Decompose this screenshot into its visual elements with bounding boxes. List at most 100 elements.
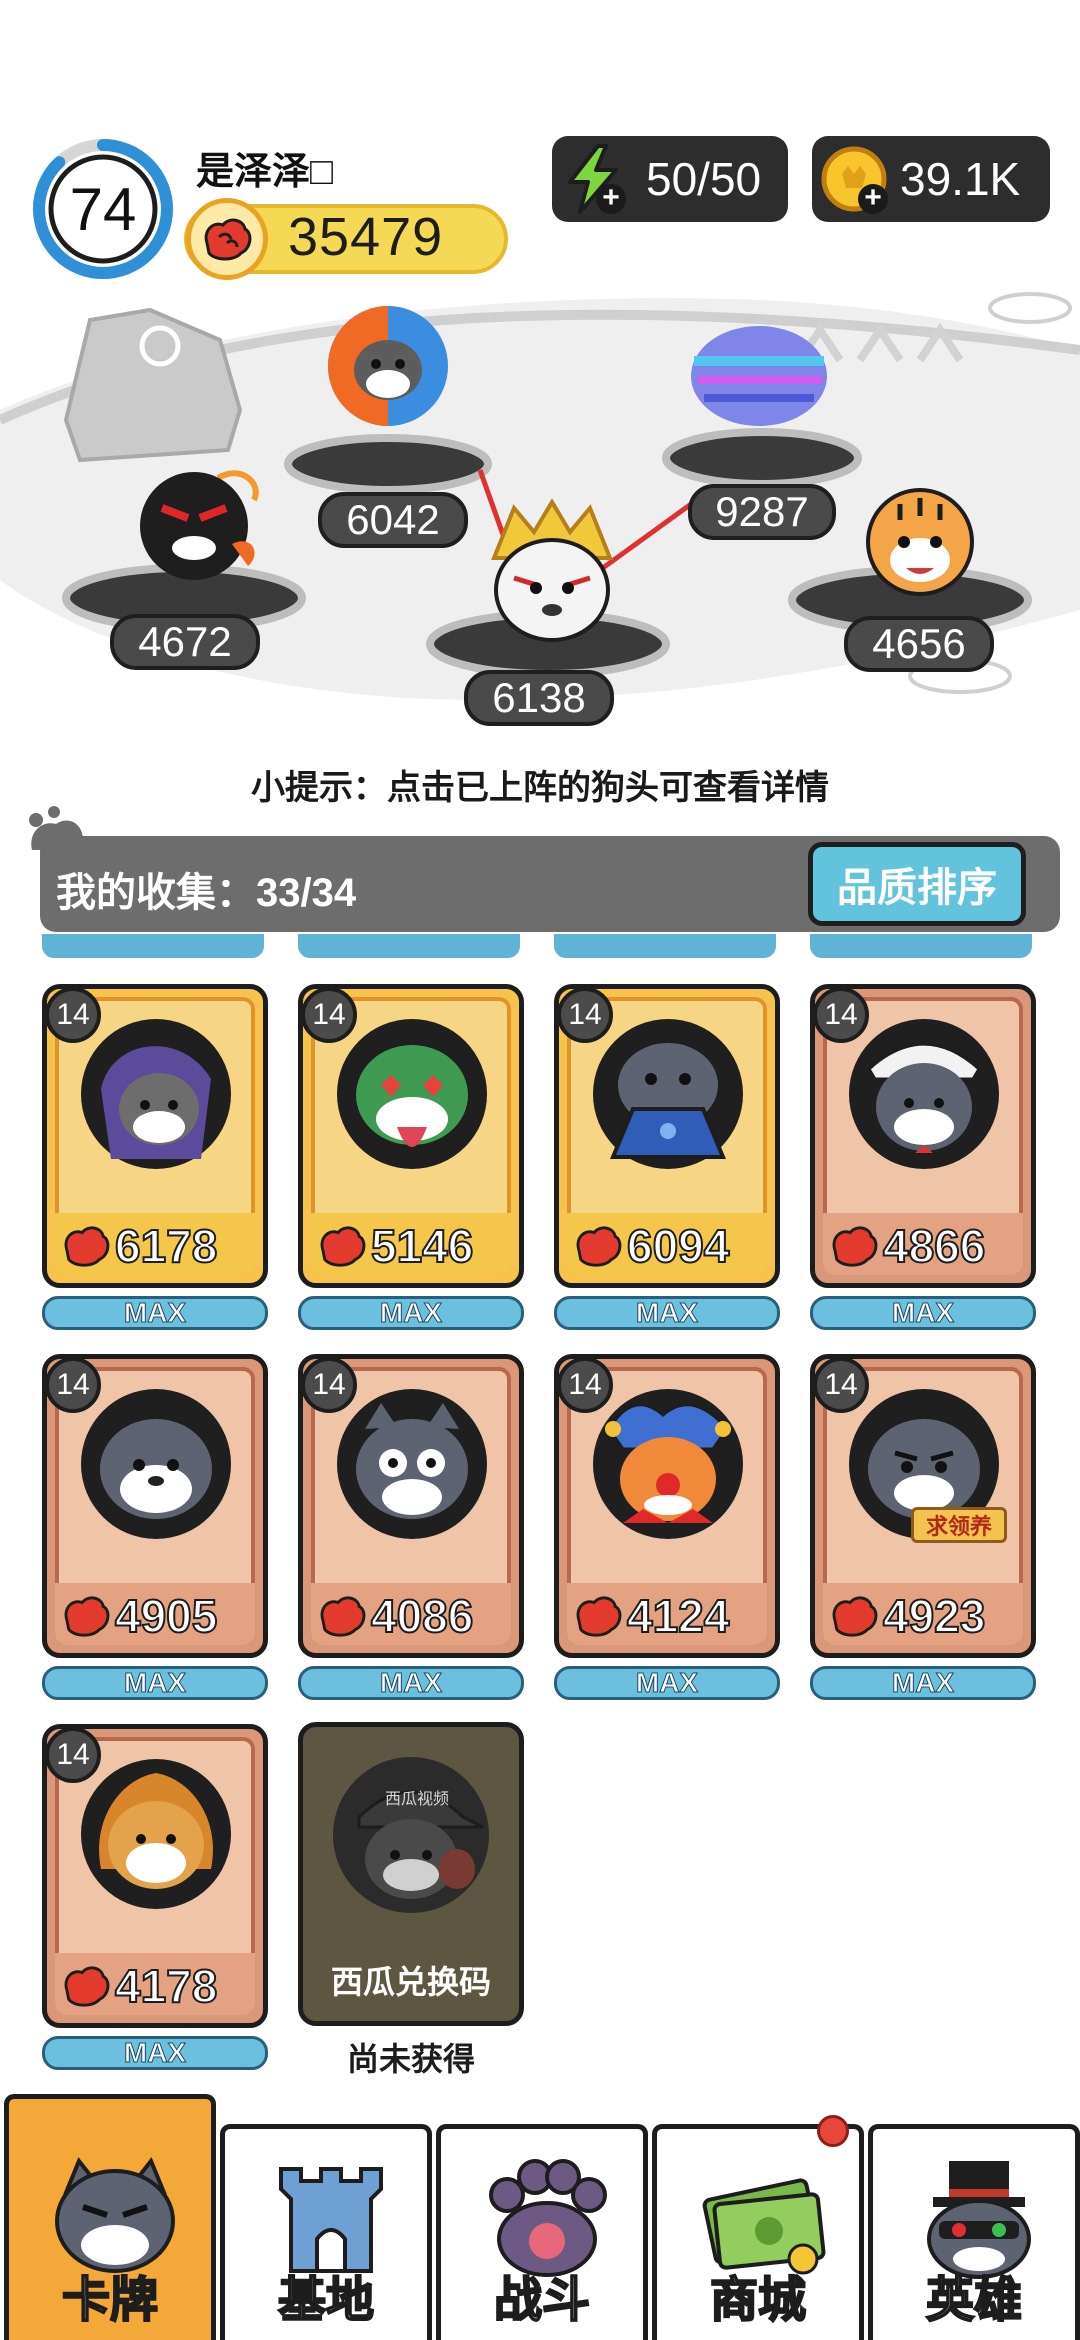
plain-dog-icon [81, 1389, 231, 1539]
max-level-bar: MAX [298, 1296, 524, 1330]
max-level-bar: MAX [42, 1666, 268, 1700]
max-level-bar: MAX [42, 1296, 268, 1330]
total-power-value: 35479 [288, 207, 444, 267]
player-name[interactable]: 是泽泽□ [196, 140, 333, 195]
max-level-bar: MAX [554, 1296, 780, 1330]
fist-power-icon [64, 1226, 110, 1267]
fist-power-icon [64, 1966, 110, 2007]
card-power: 4905 [114, 1589, 218, 1643]
dog-card-flame-dog[interactable]: 14 4178 [42, 1724, 268, 2028]
card-power: 4923 [882, 1589, 986, 1643]
fist-power-icon [576, 1596, 622, 1637]
cap-logo-text: 西瓜视频 [385, 1791, 450, 1808]
tab-cards-label: 卡牌 [61, 2273, 159, 2328]
slot-power-tiger-dog: 4656 [844, 616, 994, 672]
card-power: 6094 [626, 1219, 730, 1273]
player-level-ring[interactable]: 74 [30, 136, 176, 282]
cap-dog-icon: 西瓜视频 [333, 1757, 489, 1913]
max-level-bar: MAX [810, 1296, 1036, 1330]
golden-helmet-dog-icon [491, 498, 613, 642]
slot-fire-ice-dog[interactable] [318, 300, 458, 430]
dog-card-worried-dog[interactable]: 求领养 14 4923 [810, 1354, 1036, 1658]
tab-battle-label: 战斗 [493, 2273, 591, 2328]
dog-card-heart-eyes-dog[interactable]: 14 5146 [298, 984, 524, 1288]
dog-card-maid-dog[interactable]: 14 4866 [810, 984, 1036, 1288]
slot-tiger-dog[interactable] [860, 480, 980, 600]
tab-cards[interactable]: 卡牌 [4, 2094, 216, 2340]
coin-counter[interactable]: + 39.1K [812, 136, 1050, 222]
card-level: 14 [47, 1729, 101, 1783]
fist-power-icon [576, 1226, 622, 1267]
tab-heroes-label: 英雄 [925, 2273, 1023, 2328]
heart-eyes-dog-icon [337, 1019, 487, 1169]
slot-power-fire-ice-dog: 6042 [318, 492, 468, 548]
tab-base[interactable]: 基地 [220, 2124, 432, 2340]
dog-card-wizard-dog[interactable]: 14 6178 [42, 984, 268, 1288]
add-energy-icon[interactable]: + [596, 183, 626, 214]
card-level: 14 [559, 989, 613, 1043]
dog-card-goofy-dog[interactable]: 14 4086 [298, 1354, 524, 1658]
max-level-bar: MAX [810, 1666, 1036, 1700]
card-power: 4086 [370, 1589, 474, 1643]
card-power: 4866 [882, 1219, 986, 1273]
fist-power-icon [832, 1596, 878, 1637]
locked-card-watermelon-code[interactable]: 西瓜视频 西瓜兑换码 [298, 1722, 524, 2026]
clown-dog-icon [593, 1389, 743, 1539]
slot-glitch-dog[interactable] [684, 320, 834, 430]
card-power: 6178 [114, 1219, 218, 1273]
dog-card-laptop-dog[interactable]: 14 6094 [554, 984, 780, 1288]
card-level: 14 [47, 989, 101, 1043]
card-power: 4124 [626, 1589, 730, 1643]
slot-golden-helmet-dog[interactable] [474, 498, 630, 648]
flame-dog-icon [81, 1759, 231, 1909]
card-level: 14 [815, 1359, 869, 1413]
card-level: 14 [303, 1359, 357, 1413]
coin-value: 39.1K [900, 153, 1021, 205]
wizard-dog-icon [81, 1019, 231, 1169]
slot-power-golden-helmet-dog: 6138 [464, 670, 614, 726]
card-power: 4178 [114, 1959, 218, 2013]
dog-card-plain-dog[interactable]: 14 4905 [42, 1354, 268, 1658]
fist-power-icon [320, 1226, 366, 1267]
player-level: 74 [69, 175, 137, 243]
locked-card-label: 西瓜兑换码 [330, 1964, 491, 2000]
tab-heroes[interactable]: 英雄 [868, 2124, 1080, 2340]
slot-power-glitch-dog: 9287 [688, 484, 836, 540]
card-level: 14 [559, 1359, 613, 1413]
energy-value: 50/50 [646, 153, 762, 205]
not-obtained-status: 尚未获得 [346, 2041, 475, 2077]
max-level-bar: MAX [298, 1666, 524, 1700]
card-level: 14 [303, 989, 357, 1043]
add-coins-icon[interactable]: + [858, 183, 888, 214]
energy-counter[interactable]: + 50/50 [552, 136, 788, 222]
maid-dog-icon [849, 1019, 999, 1169]
slot-power-bomb-dog: 4672 [110, 614, 260, 670]
adopt-me-tag: 求领养 [911, 1507, 1007, 1543]
card-power: 5146 [370, 1219, 474, 1273]
card-level: 14 [47, 1359, 101, 1413]
max-bar-partial [298, 934, 520, 958]
glitch-dog-icon [691, 326, 827, 426]
fist-power-icon [186, 198, 268, 280]
fist-power-icon [320, 1596, 366, 1637]
max-bar-partial [554, 934, 776, 958]
max-level-bar: MAX [42, 2036, 268, 2070]
max-level-bar: MAX [554, 1666, 780, 1700]
laptop-dog-icon [593, 1019, 743, 1169]
goofy-dog-icon [337, 1389, 487, 1539]
tab-battle[interactable]: 战斗 [436, 2124, 648, 2340]
formation-arena: 6042 9287 4672 6138 4656 [0, 280, 1080, 750]
tab-base-label: 基地 [277, 2273, 375, 2328]
max-bar-partial [810, 934, 1032, 958]
dog-card-clown-dog[interactable]: 14 4124 [554, 1354, 780, 1658]
fist-power-icon [832, 1226, 878, 1267]
fire-ice-dog-icon [328, 306, 448, 426]
tab-shop[interactable]: 商城 [652, 2115, 864, 2340]
slot-bomb-dog[interactable] [122, 454, 272, 584]
card-level: 14 [815, 989, 869, 1043]
max-bar-partial [42, 934, 264, 958]
tip-text: 小提示：点击已上阵的狗头可查看详情 [251, 769, 829, 807]
bottom-navigation: 卡牌 基地 战斗 商城 英雄 [0, 2090, 1080, 2340]
tab-shop-label: 商城 [709, 2273, 807, 2328]
sort-by-quality-button[interactable]: 品质排序 [808, 842, 1026, 926]
